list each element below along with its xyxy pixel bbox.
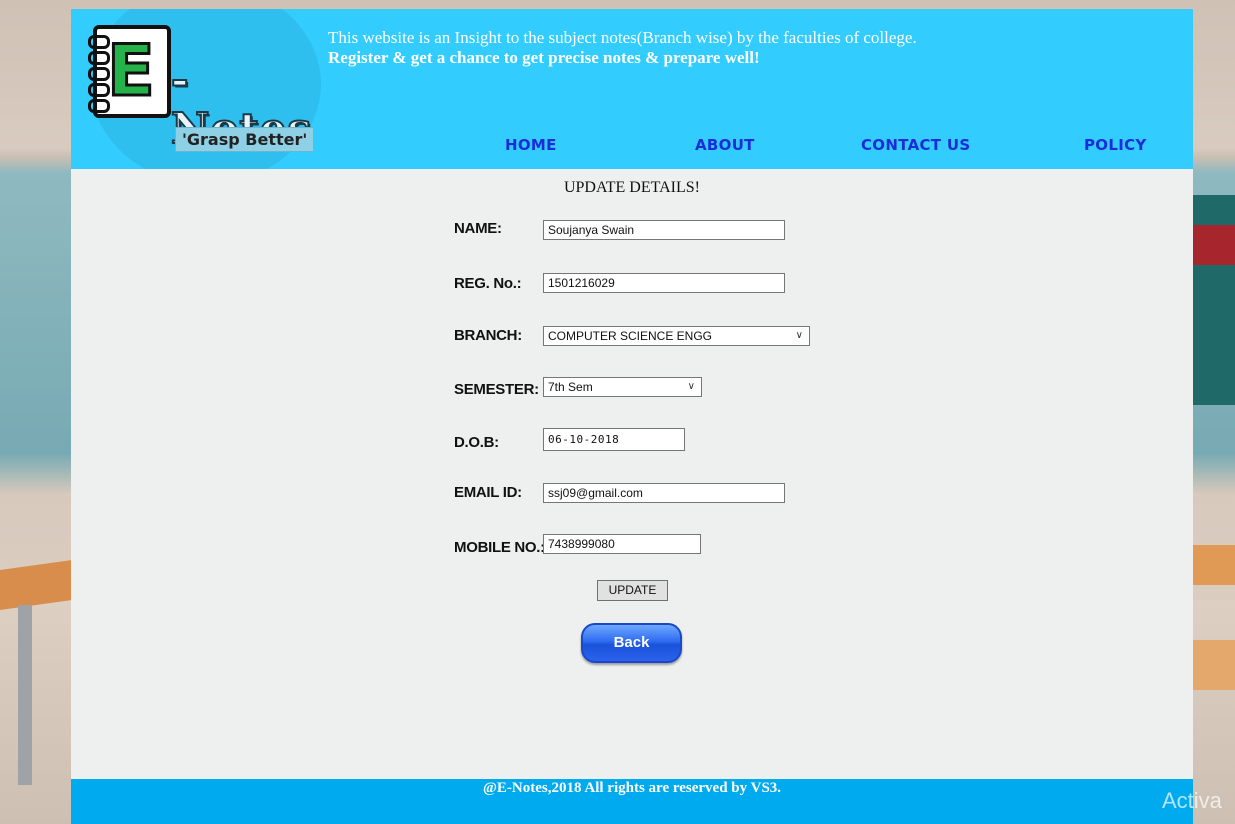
update-button[interactable]: UPDATE — [597, 580, 668, 601]
email-label: EMAIL ID: — [454, 484, 522, 501]
background-desk-leg — [18, 605, 32, 785]
logo-tagline: 'Grasp Better' — [175, 127, 315, 152]
mobile-field[interactable]: 7438999080 — [543, 534, 701, 554]
background-board-detail — [1193, 225, 1235, 265]
intro-line-1: This website is an Insight to the subjec… — [328, 28, 917, 47]
reg-no-field[interactable]: 1501216029 — [543, 273, 785, 293]
nav-policy-link[interactable]: POLICY — [1084, 136, 1147, 154]
page-container: E -Notes 'Grasp Better' This website is … — [71, 9, 1193, 824]
page-title: UPDATE DETAILS! — [563, 179, 701, 196]
dob-field[interactable]: 06-10-2018 — [543, 428, 685, 451]
chevron-down-icon: ∨ — [687, 381, 695, 392]
logo-letter: E — [106, 30, 157, 113]
background-desk — [1193, 640, 1235, 690]
notebook-icon: E — [88, 25, 171, 118]
name-label: NAME: — [454, 220, 502, 237]
dob-label: D.O.B: — [454, 434, 499, 451]
nav-home-link[interactable]: HOME — [505, 136, 557, 154]
branch-select[interactable]: COMPUTER SCIENCE ENGG ∨ — [543, 326, 810, 346]
reg-no-label: REG. No.: — [454, 275, 522, 292]
back-button[interactable]: Back — [581, 623, 682, 663]
semester-select[interactable]: 7th Sem ∨ — [543, 377, 702, 397]
semester-label: SEMESTER: — [454, 381, 539, 398]
nav-about-link[interactable]: ABOUT — [695, 136, 755, 154]
name-field[interactable]: Soujanya Swain — [543, 220, 785, 240]
site-header: E -Notes 'Grasp Better' This website is … — [71, 9, 1193, 169]
site-logo[interactable]: E -Notes 'Grasp Better' — [79, 17, 324, 162]
semester-selected-value: 7th Sem — [548, 380, 593, 394]
branch-label: BRANCH: — [454, 327, 522, 344]
chevron-down-icon: ∨ — [795, 330, 803, 341]
site-footer: @E-Notes,2018 All rights are reserved by… — [71, 779, 1193, 824]
footer-copyright: @E-Notes,2018 All rights are reserved by… — [482, 780, 782, 796]
email-field[interactable]: ssj09@gmail.com — [543, 483, 785, 503]
nav-contact-link[interactable]: CONTACT US — [861, 136, 970, 154]
activation-watermark: Activa — [1162, 788, 1222, 813]
background-desk — [1193, 545, 1235, 585]
intro-line-2: Register & get a chance to get precise n… — [328, 48, 760, 67]
site-intro: This website is an Insight to the subjec… — [328, 28, 917, 68]
branch-selected-value: COMPUTER SCIENCE ENGG — [548, 329, 713, 343]
mobile-label: MOBILE NO.: — [454, 539, 545, 556]
